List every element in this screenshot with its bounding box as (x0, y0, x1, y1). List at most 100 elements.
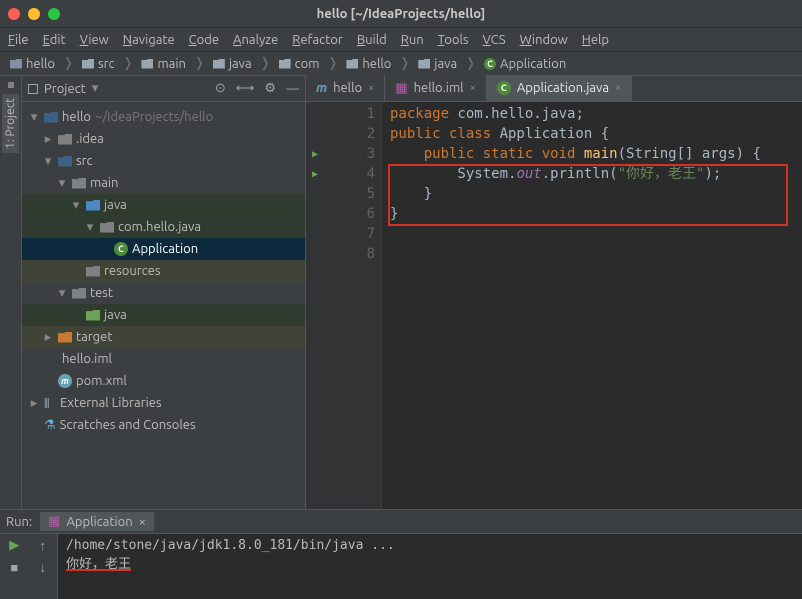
tree-node-external-libraries[interactable]: External Libraries (22, 392, 305, 414)
project-tool-tab[interactable]: 1: Project (2, 94, 19, 153)
expand-arrow-icon[interactable] (84, 220, 96, 235)
run-tab-icon: ▦ (48, 514, 60, 529)
tree-node-java[interactable]: java (22, 194, 305, 216)
tree-node--idea[interactable]: .idea (22, 128, 305, 150)
expand-arrow-icon[interactable] (70, 198, 82, 213)
maximize-window-button[interactable] (48, 8, 60, 20)
chevron-right-icon (397, 56, 412, 71)
menu-refactor[interactable]: Refactor (292, 33, 343, 47)
collapse-all-icon[interactable] (236, 81, 255, 96)
down-stack-icon[interactable]: ↓ (40, 560, 47, 575)
breadcrumb-hello[interactable]: hello (6, 55, 59, 73)
tree-node-application[interactable]: Application (22, 238, 305, 260)
menu-run[interactable]: Run (401, 33, 424, 47)
project-view-icon (28, 84, 38, 94)
breadcrumb-java[interactable]: java (414, 55, 461, 73)
tree-node-resources[interactable]: resources (22, 260, 305, 282)
hide-tool-icon[interactable] (286, 82, 299, 96)
expand-arrow-icon[interactable] (56, 176, 68, 191)
menu-navigate[interactable]: Navigate (123, 33, 175, 47)
menu-tools[interactable]: Tools (438, 33, 469, 47)
close-window-button[interactable] (8, 8, 20, 20)
expand-arrow-icon[interactable] (28, 396, 40, 411)
breadcrumb-application[interactable]: Application (480, 55, 570, 73)
tree-item-icon (44, 418, 56, 433)
close-run-tab-icon[interactable]: × (139, 515, 146, 529)
expand-arrow-icon[interactable] (42, 132, 54, 147)
tree-node-hello[interactable]: hello ~/IdeaProjects/hello (22, 106, 305, 128)
gutter-run-marks[interactable] (306, 102, 324, 509)
breadcrumb-hello[interactable]: hello (342, 55, 395, 73)
project-header-label[interactable]: Project (44, 82, 86, 96)
editor-tab-hello-iml[interactable]: ▦hello.iml× (385, 75, 486, 101)
code-editor[interactable]: 12345678 package com.hello.java;public c… (306, 102, 802, 509)
menu-view[interactable]: View (80, 33, 109, 47)
menu-help[interactable]: Help (582, 33, 609, 47)
run-line-icon[interactable] (306, 144, 324, 164)
breadcrumb-java[interactable]: java (209, 55, 256, 73)
tree-item-label: pom.xml (76, 374, 127, 388)
breadcrumb-label: java (229, 57, 252, 71)
up-stack-icon[interactable]: ↑ (40, 538, 47, 553)
editor-tab-application-java[interactable]: Application.java× (487, 75, 632, 101)
close-tab-icon[interactable]: × (368, 82, 374, 94)
tree-node-main[interactable]: main (22, 172, 305, 194)
run-side-toolbar: ▶ ↑ ■ ↓ (0, 534, 58, 599)
tree-node-test[interactable]: test (22, 282, 305, 304)
menu-vcs[interactable]: VCS (483, 33, 506, 47)
tree-node-java[interactable]: java (22, 304, 305, 326)
expand-arrow-icon[interactable] (42, 330, 54, 345)
project-header: Project ▾ (22, 76, 305, 102)
select-opened-file-icon[interactable] (215, 81, 226, 96)
tree-node-com-hello-java[interactable]: com.hello.java (22, 216, 305, 238)
breadcrumb-label: hello (26, 57, 55, 71)
stop-icon[interactable]: ■ (10, 560, 18, 575)
close-tab-icon[interactable]: × (615, 82, 621, 94)
run-config-tab[interactable]: ▦ Application × (40, 512, 154, 531)
tab-file-icon (497, 81, 511, 95)
tree-node-pom-xml[interactable]: pom.xml (22, 370, 305, 392)
tab-file-icon: ▦ (395, 81, 407, 96)
chevron-right-icon (121, 56, 136, 71)
tree-item-label: hello.iml (62, 352, 112, 366)
tree-node-scratches-and-consoles[interactable]: Scratches and Consoles (22, 414, 305, 436)
tree-item-label: main (90, 176, 118, 190)
tree-item-icon (58, 374, 72, 388)
run-output[interactable]: /home/stone/java/jdk1.8.0_181/bin/java .… (58, 534, 802, 599)
close-tab-icon[interactable]: × (470, 82, 476, 94)
menu-window[interactable]: Window (520, 33, 568, 47)
chevron-right-icon (325, 56, 340, 71)
minimize-window-button[interactable] (28, 8, 40, 20)
folder-icon (346, 59, 358, 69)
tree-node-target[interactable]: target (22, 326, 305, 348)
breadcrumb-main[interactable]: main (137, 55, 189, 73)
menu-analyze[interactable]: Analyze (233, 33, 278, 47)
expand-arrow-icon[interactable] (28, 110, 40, 125)
expand-arrow-icon[interactable] (42, 154, 54, 169)
project-tree[interactable]: hello ~/IdeaProjects/hello.ideasrc main ja… (22, 102, 305, 509)
tree-item-label: java (104, 308, 127, 322)
menu-build[interactable]: Build (357, 33, 387, 47)
editor-tab-hello[interactable]: mhello× (306, 75, 385, 101)
expand-arrow-icon[interactable] (56, 286, 68, 301)
project-dropdown-icon[interactable]: ▾ (92, 81, 99, 96)
left-tool-gutter: 1: Project (0, 76, 22, 509)
tree-node-src[interactable]: src (22, 150, 305, 172)
rerun-icon[interactable]: ▶ (9, 538, 19, 553)
run-line-icon[interactable] (306, 164, 324, 184)
navigation-breadcrumbs: hello srcmain java com hello java Application (0, 52, 802, 76)
settings-icon[interactable] (264, 81, 276, 96)
tool-button-icon[interactable] (8, 82, 14, 88)
menu-bar: File Edit View Navigate Code Analyze Refactor B… (0, 28, 802, 52)
menu-file[interactable]: File (8, 33, 29, 47)
breadcrumb-label: java (434, 57, 457, 71)
code-text[interactable]: package com.hello.java;public class Appl… (382, 102, 802, 509)
menu-edit[interactable]: Edit (43, 33, 66, 47)
tree-node-hello-iml[interactable]: hello.iml (22, 348, 305, 370)
breadcrumb-com[interactable]: com (275, 55, 324, 73)
run-body: ▶ ↑ ■ ↓ /home/stone/java/jdk1.8.0_181/bi… (0, 534, 802, 599)
menu-code[interactable]: Code (189, 33, 219, 47)
module-icon (10, 59, 22, 69)
folder-icon (141, 59, 153, 69)
breadcrumb-src[interactable]: src (78, 55, 119, 73)
